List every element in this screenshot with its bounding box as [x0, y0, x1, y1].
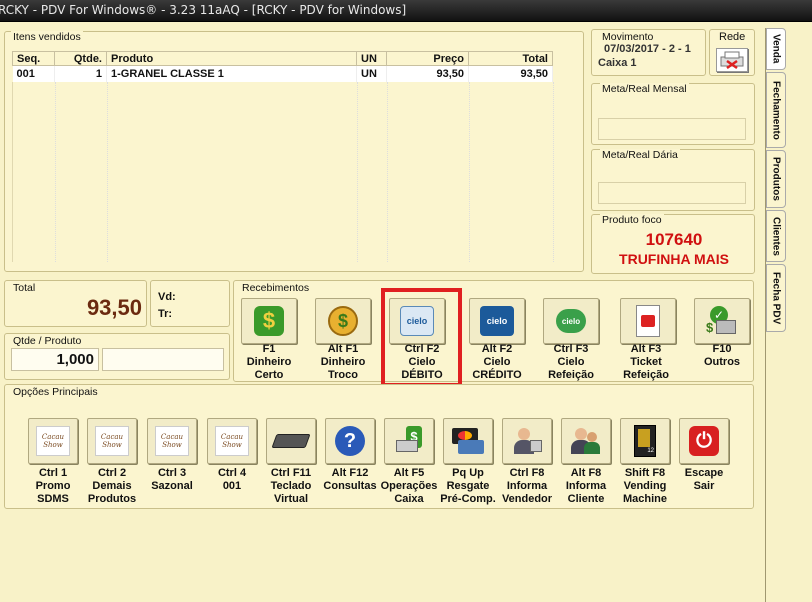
consultas-button[interactable]: ?: [325, 418, 375, 464]
keyboard-icon: [271, 434, 311, 448]
row-qtde: 1: [54, 65, 107, 82]
header-total[interactable]: Total: [468, 51, 553, 66]
items-legend: Itens vendidos: [11, 31, 83, 43]
tab-venda[interactable]: Venda: [766, 28, 786, 70]
total-value: 93,50: [86, 295, 142, 320]
items-table[interactable]: Seq. Qtde. Produto UN Preço Total 001 1 …: [12, 51, 553, 82]
sazonal-button[interactable]: Cacau Show: [147, 418, 197, 464]
meta-mensal-panel: Meta/Real Mensal: [591, 83, 755, 145]
rede-button[interactable]: Rede: [709, 29, 755, 76]
vd-tr-panel: Vd: Tr:: [150, 280, 230, 327]
informa-cliente-button[interactable]: [561, 418, 611, 464]
cacau-show-logo-icon: Cacau Show: [155, 426, 189, 456]
meta-diaria-field: [598, 182, 746, 204]
teclado-virtual-button[interactable]: [266, 418, 316, 464]
cielo-refeicao-label: Ctrl F3 Cielo Refeição: [548, 343, 594, 381]
movimento-panel: Movimento 07/03/2017 - 2 - 1 Caixa 1: [591, 29, 706, 76]
tr-label: Tr:: [158, 308, 173, 320]
tab-fecha-pdv[interactable]: Fecha PDV: [766, 264, 786, 332]
header-preco[interactable]: Preço: [386, 51, 469, 66]
salesperson-icon: [512, 426, 542, 456]
cielo-credit-card-icon: cielo: [480, 306, 514, 336]
header-produto[interactable]: Produto: [106, 51, 357, 66]
cielo-credito-button[interactable]: cielo: [469, 298, 525, 344]
right-border-line: [765, 28, 766, 602]
title-bar: RCKY - PDV For Windows® - 3.23 11aAQ - […: [0, 0, 812, 22]
cielo-meal-icon: cielo: [556, 309, 586, 333]
movimento-date: 07/03/2017 - 2 - 1: [604, 43, 691, 55]
meta-diaria-panel: Meta/Real Dária: [591, 149, 755, 211]
row-seq: 001: [12, 65, 55, 82]
dinheiro-certo-label: F1 Dinheiro Certo: [246, 343, 292, 381]
produto-foco-name: TRUFINHA MAIS: [619, 251, 729, 267]
total-panel: Total 93,50: [4, 280, 147, 327]
resgate-pre-comp-button[interactable]: [443, 418, 493, 464]
produto-foco-legend: Produto foco: [600, 214, 664, 226]
vd-label: Vd:: [158, 291, 176, 303]
header-un[interactable]: UN: [356, 51, 387, 66]
movimento-legend: Movimento: [600, 31, 656, 43]
outros-label: F10 Outros: [703, 343, 741, 368]
coins-icon: $: [328, 306, 358, 336]
cacau-show-logo-icon: Cacau Show: [36, 426, 70, 456]
demais-produtos-button[interactable]: Cacau Show: [87, 418, 137, 464]
ticket-refeicao-label: Alt F3 Ticket Refeição: [623, 343, 669, 381]
informa-vendedor-button[interactable]: [502, 418, 552, 464]
row-produto: 1-GRANEL CLASSE 1: [106, 65, 357, 82]
row-preco: 93,50: [386, 65, 469, 82]
promo-sdms-button[interactable]: Cacau Show: [28, 418, 78, 464]
dinheiro-troco-label: Alt F1 Dinheiro Troco: [320, 343, 366, 381]
cielo-refeicao-button[interactable]: cielo: [543, 298, 599, 344]
total-legend: Total: [11, 282, 38, 294]
cacau-show-logo-icon: Cacau Show: [215, 426, 249, 456]
cielo-credito-label: Alt F2 Cielo CRÉDITO: [472, 343, 522, 381]
window-title: RCKY - PDV For Windows® - 3.23 11aAQ - […: [0, 3, 407, 17]
produto-foco-panel: Produto foco 107640 TRUFINHA MAIS: [591, 214, 755, 274]
header-qtde[interactable]: Qtde.: [54, 51, 107, 66]
recebimentos-legend: Recebimentos: [240, 282, 312, 294]
meta-mensal-field: [598, 118, 746, 140]
dinheiro-troco-button[interactable]: $: [315, 298, 371, 344]
dollar-icon: $: [254, 306, 284, 336]
ticket-refeicao-button[interactable]: [620, 298, 676, 344]
tab-fechamento[interactable]: Fechamento: [766, 72, 786, 148]
sair-button[interactable]: ⏻: [679, 418, 729, 464]
qtde-panel: Qtde / Produto 1,000: [4, 333, 230, 380]
help-icon: ?: [335, 426, 365, 456]
ctrl4-001-button[interactable]: Cacau Show: [207, 418, 257, 464]
meta-diaria-legend: Meta/Real Dária: [600, 149, 680, 161]
ticket-icon: [636, 305, 660, 337]
tab-clientes[interactable]: Clientes: [766, 210, 786, 262]
items-grid-area: [12, 82, 554, 262]
header-seq[interactable]: Seq.: [12, 51, 55, 66]
row-un: UN: [356, 65, 387, 82]
sair-label: Escape Sair: [684, 467, 724, 492]
vending-machine-icon: 12: [634, 425, 656, 457]
row-total: 93,50: [468, 65, 553, 82]
power-icon: ⏻: [689, 426, 719, 456]
operacoes-caixa-button[interactable]: $: [384, 418, 434, 464]
table-row[interactable]: 001 1 1-GRANEL CLASSE 1 UN 93,50 93,50: [12, 65, 553, 82]
client-icon: [571, 426, 601, 456]
opcoes-legend: Opções Principais: [11, 386, 100, 398]
tab-produtos[interactable]: Produtos: [766, 150, 786, 208]
movimento-caixa: Caixa 1: [598, 57, 637, 69]
cards-icon: [452, 426, 484, 456]
meta-mensal-legend: Meta/Real Mensal: [600, 83, 689, 95]
cacau-show-logo-icon: Cacau Show: [95, 426, 129, 456]
debito-highlight-box: [381, 288, 462, 387]
network-printer-icon: [716, 48, 748, 72]
rede-label: Rede: [719, 31, 746, 43]
money-register-icon: ✓ $: [706, 306, 738, 336]
qtde-legend: Qtde / Produto: [11, 335, 84, 347]
produto-input[interactable]: [102, 348, 224, 371]
cash-operations-icon: $: [394, 426, 424, 456]
dinheiro-certo-button[interactable]: $: [241, 298, 297, 344]
items-header-row: Seq. Qtde. Produto UN Preço Total: [12, 51, 553, 66]
produto-foco-code: 107640: [645, 230, 703, 249]
outros-button[interactable]: ✓ $: [694, 298, 750, 344]
qtde-input[interactable]: 1,000: [11, 348, 99, 371]
vending-machine-button[interactable]: 12: [620, 418, 670, 464]
